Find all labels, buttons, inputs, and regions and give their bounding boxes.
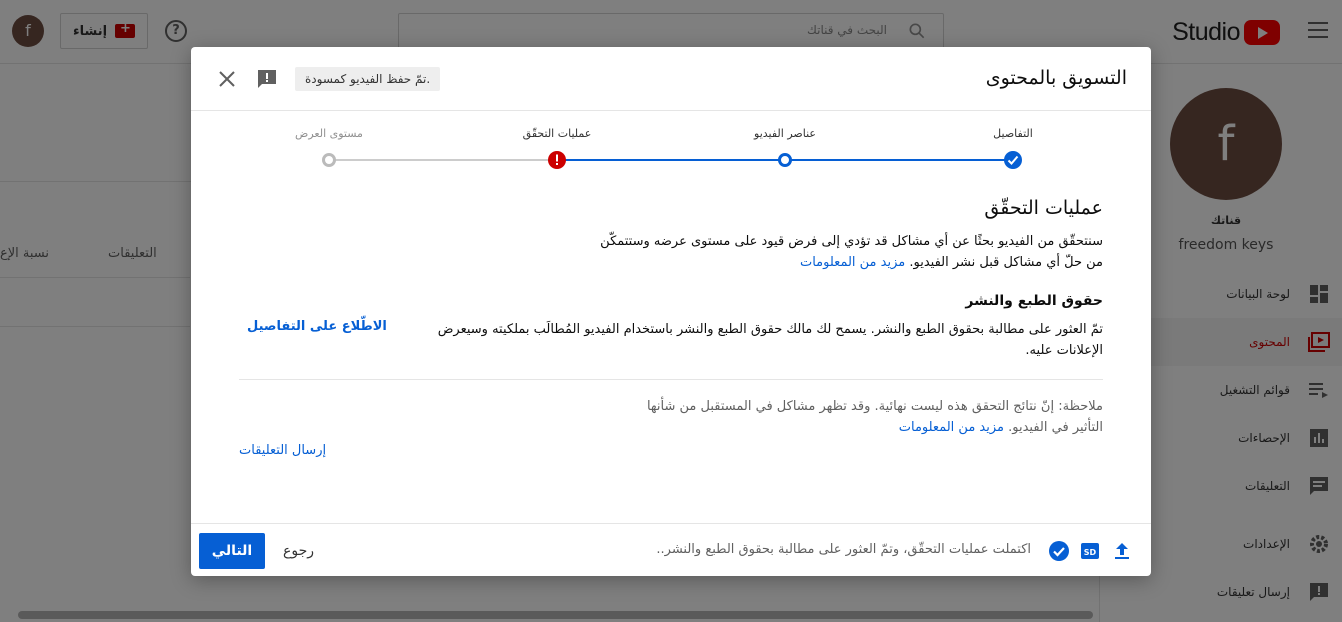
step-label-video-elements[interactable]: عناصر الفيديو (754, 127, 816, 140)
copyright-text: تمّ العثور على مطالبة بحقوق الطبع والنشر… (437, 322, 1103, 358)
copyright-heading: حقوق الطبع والنشر (965, 293, 1103, 309)
upload-dialog: التسويق بالمحتوى تمّ حفظ الفيديو كمسودة.… (191, 47, 1151, 576)
learn-more-link[interactable]: مزيد من المعلومات (800, 255, 905, 270)
dialog-footer: SD اكتملت عمليات التحقّق، وتمّ العثور عل… (191, 523, 1151, 576)
step-label-checks[interactable]: عمليات التحقّق (523, 127, 592, 140)
step-label-visibility[interactable]: مستوى العرض (295, 127, 363, 140)
stepper-line-pending (329, 159, 557, 161)
draft-saved-badge: تمّ حفظ الفيديو كمسودة. (295, 67, 441, 91)
send-feedback-link[interactable]: إرسال التعليقات (239, 443, 326, 458)
sd-quality-icon[interactable]: SD (1079, 540, 1101, 562)
step-pending-icon[interactable] (322, 153, 336, 167)
report-feedback-icon[interactable] (255, 67, 279, 91)
close-icon[interactable] (217, 69, 237, 89)
checks-heading: عمليات التحقّق (984, 197, 1103, 219)
step-error-icon[interactable] (548, 151, 566, 169)
note-learn-more-link[interactable]: مزيد من المعلومات (899, 420, 1004, 435)
step-done-check-icon[interactable] (1004, 151, 1022, 169)
copyright-row: تمّ العثور على مطالبة بحقوق الطبع والنشر… (239, 319, 1103, 361)
step-label-details[interactable]: التفاصيل (993, 127, 1033, 140)
step-current-icon[interactable] (778, 153, 792, 167)
section-divider (239, 379, 1103, 380)
dialog-header: التسويق بالمحتوى تمّ حفظ الفيديو كمسودة. (191, 47, 1151, 111)
dialog-title: التسويق بالمحتوى (985, 67, 1127, 89)
progress-stepper: التفاصيل عناصر الفيديو عمليات التحقّق مس… (191, 111, 1151, 191)
checks-section: عمليات التحقّق سنتحقّق من الفيديو بحثًا … (239, 197, 1103, 438)
checks-intro: سنتحقّق من الفيديو بحثًا عن أي مشاكل قد … (583, 231, 1103, 273)
checks-note: ملاحظة: إنّ نتائج التحقق هذه ليست نهائية… (623, 396, 1103, 438)
sd-badge-text: SD (1084, 548, 1097, 557)
next-button[interactable]: التالي (199, 533, 265, 569)
back-button[interactable]: رجوع (279, 533, 318, 569)
checks-complete-icon[interactable] (1048, 540, 1070, 562)
upload-icon[interactable] (1111, 540, 1133, 562)
footer-status: اكتملت عمليات التحقّق، وتمّ العثور على م… (656, 542, 1031, 557)
checks-note-text: ملاحظة: إنّ نتائج التحقق هذه ليست نهائية… (646, 399, 1103, 435)
view-details-link[interactable]: الاطّلاع على التفاصيل (247, 319, 387, 334)
